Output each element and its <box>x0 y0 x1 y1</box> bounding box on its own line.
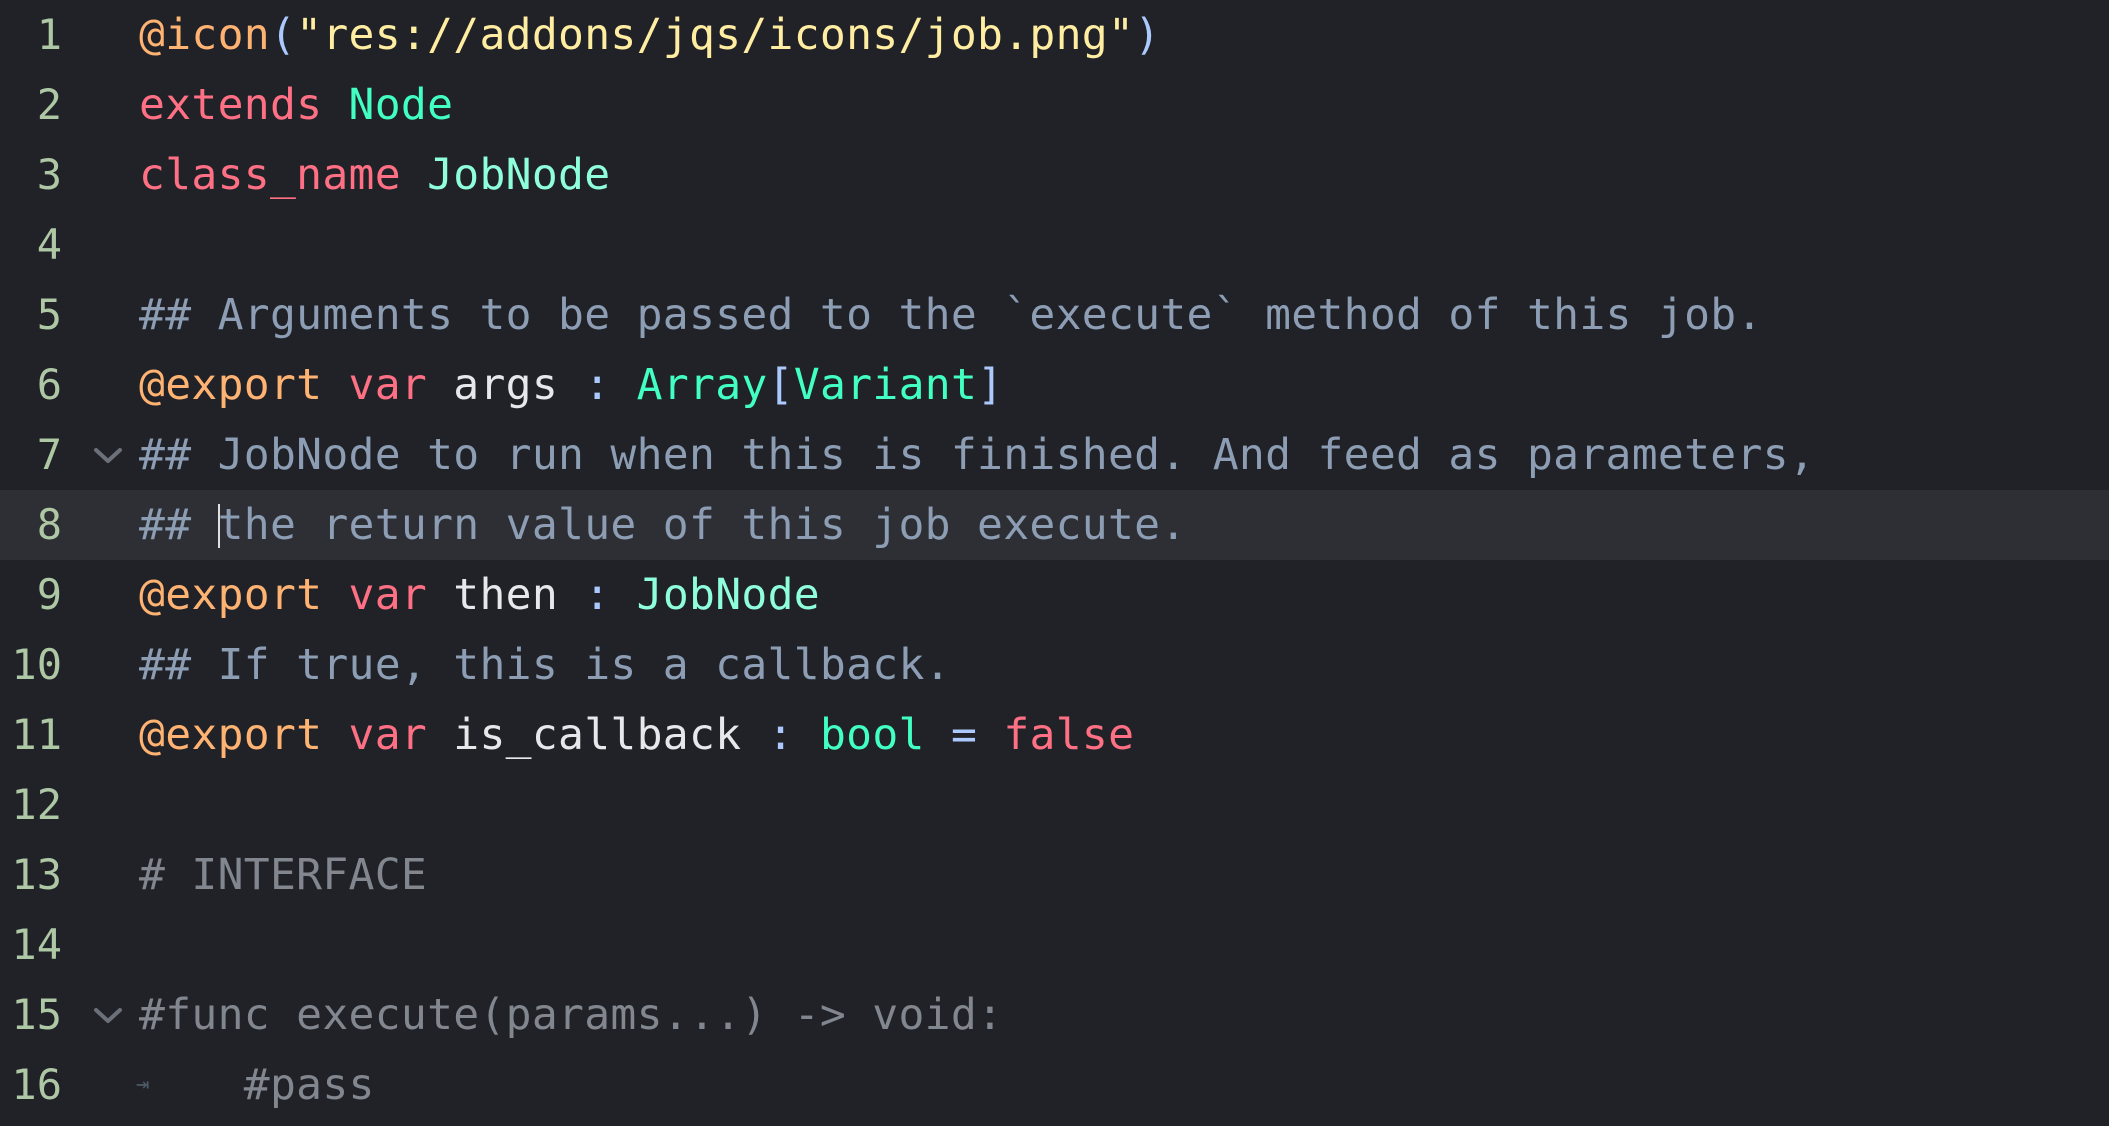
line-number: 4 <box>36 220 62 269</box>
code-line[interactable]: 10 ## If true, this is a callback. <box>0 630 2109 700</box>
code-token: Array <box>636 360 768 410</box>
code-line[interactable]: 9 @export var then : JobNode <box>0 560 2109 630</box>
code-token: @export <box>139 360 323 410</box>
code-token: ## JobNode to run when this is finished.… <box>139 430 1816 480</box>
code-token: JobNode <box>636 570 820 620</box>
code-text[interactable]: @export var then : JobNode <box>139 560 2109 630</box>
line-number: 3 <box>36 150 62 199</box>
code-token: var <box>348 710 428 760</box>
code-text[interactable]: #pass <box>139 1050 2109 1120</box>
code-token: bool <box>819 710 925 760</box>
code-token: : <box>584 360 611 410</box>
code-token: ( <box>269 10 297 60</box>
code-token: ## Arguments to be passed to the `execut… <box>139 290 1763 340</box>
code-token: "res://addons/jqs/icons/job.png" <box>296 10 1135 60</box>
line-number: 13 <box>11 850 62 899</box>
code-token: then <box>427 570 585 620</box>
chevron-down-icon[interactable] <box>88 420 128 490</box>
line-number: 7 <box>36 430 62 479</box>
code-line[interactable]: 13 # INTERFACE <box>0 840 2109 910</box>
code-token: @icon <box>139 10 270 60</box>
code-line[interactable]: 6 @export var args : Array[Variant] <box>0 350 2109 420</box>
code-token: [ <box>767 360 794 410</box>
chevron-down-icon[interactable] <box>88 980 128 1050</box>
code-text[interactable]: @export var args : Array[Variant] <box>139 350 2109 420</box>
code-token: : <box>584 570 611 620</box>
code-token: is_callback <box>427 710 768 760</box>
code-token: # INTERFACE <box>139 850 428 900</box>
line-number: 15 <box>11 990 62 1039</box>
line-number: 16 <box>11 1060 62 1109</box>
line-number: 11 <box>11 710 62 759</box>
code-token: false <box>1003 710 1135 760</box>
code-token: ) <box>1134 10 1161 60</box>
code-line[interactable]: 7 ## JobNode to run when this is finished… <box>0 420 2109 490</box>
code-token: = <box>950 710 978 760</box>
line-number: 9 <box>36 570 62 619</box>
line-number: 1 <box>36 10 62 59</box>
code-token: JobNode <box>427 150 611 200</box>
line-number: 12 <box>11 780 62 829</box>
code-line[interactable]: 3 class_name JobNode <box>0 140 2109 210</box>
line-number: 8 <box>36 500 62 549</box>
code-text[interactable]: extends Node <box>139 70 2109 140</box>
code-token: Variant <box>793 360 978 410</box>
code-token: var <box>348 570 428 620</box>
code-text[interactable]: #func execute(params...) -> void: <box>139 980 2109 1050</box>
code-line[interactable]: 14 <box>0 910 2109 980</box>
code-line[interactable]: 15 #func execute(params...) -> void: <box>0 980 2109 1050</box>
text-cursor <box>217 503 220 548</box>
code-token: #pass <box>139 1060 375 1110</box>
code-token: @export <box>139 710 323 760</box>
code-text[interactable]: @icon("res://addons/jqs/icons/job.png") <box>139 0 2109 70</box>
code-line[interactable]: 8 ## the return value of this job execute… <box>0 490 2109 560</box>
code-token: args <box>427 360 585 410</box>
code-token: the return value of this job execute. <box>217 500 1187 550</box>
code-token: ## If true, this is a callback. <box>139 640 951 690</box>
code-line[interactable]: 12 <box>0 770 2109 840</box>
code-text[interactable]: class_name JobNode <box>139 140 2109 210</box>
code-token: class_name <box>139 150 401 200</box>
code-text[interactable]: ## Arguments to be passed to the `execut… <box>139 280 2109 350</box>
code-line[interactable]: 5 ## Arguments to be passed to the `execu… <box>0 280 2109 350</box>
line-number: 5 <box>36 290 62 339</box>
code-editor[interactable]: 1 @icon("res://addons/jqs/icons/job.png")… <box>0 0 2109 1126</box>
code-text[interactable]: @export var is_callback : bool = false <box>139 700 2109 770</box>
code-token: ## <box>139 500 218 550</box>
code-token: #func execute(params...) -> void: <box>139 990 1004 1040</box>
code-text[interactable]: # INTERFACE <box>139 840 2109 910</box>
code-line[interactable]: 16 ⇥ #pass <box>0 1050 2109 1120</box>
code-token: extends <box>139 80 323 130</box>
code-token: var <box>348 360 428 410</box>
code-line[interactable]: 4 <box>0 210 2109 280</box>
code-token: : <box>767 710 794 760</box>
code-text[interactable]: ## If true, this is a callback. <box>139 630 2109 700</box>
line-number: 14 <box>11 920 62 969</box>
line-number: 10 <box>11 640 62 689</box>
code-text[interactable]: ## the return value of this job execute. <box>139 490 2109 560</box>
code-text[interactable]: ## JobNode to run when this is finished.… <box>139 420 2109 490</box>
code-line[interactable]: 11 @export var is_callback : bool = false <box>0 700 2109 770</box>
line-number: 6 <box>36 360 62 409</box>
code-token: @export <box>139 570 323 620</box>
code-line[interactable]: 2 extends Node <box>0 70 2109 140</box>
code-token: ] <box>977 360 1004 410</box>
code-line[interactable]: 1 @icon("res://addons/jqs/icons/job.png") <box>0 0 2109 70</box>
code-token: Node <box>348 80 454 130</box>
line-number: 2 <box>36 80 62 129</box>
